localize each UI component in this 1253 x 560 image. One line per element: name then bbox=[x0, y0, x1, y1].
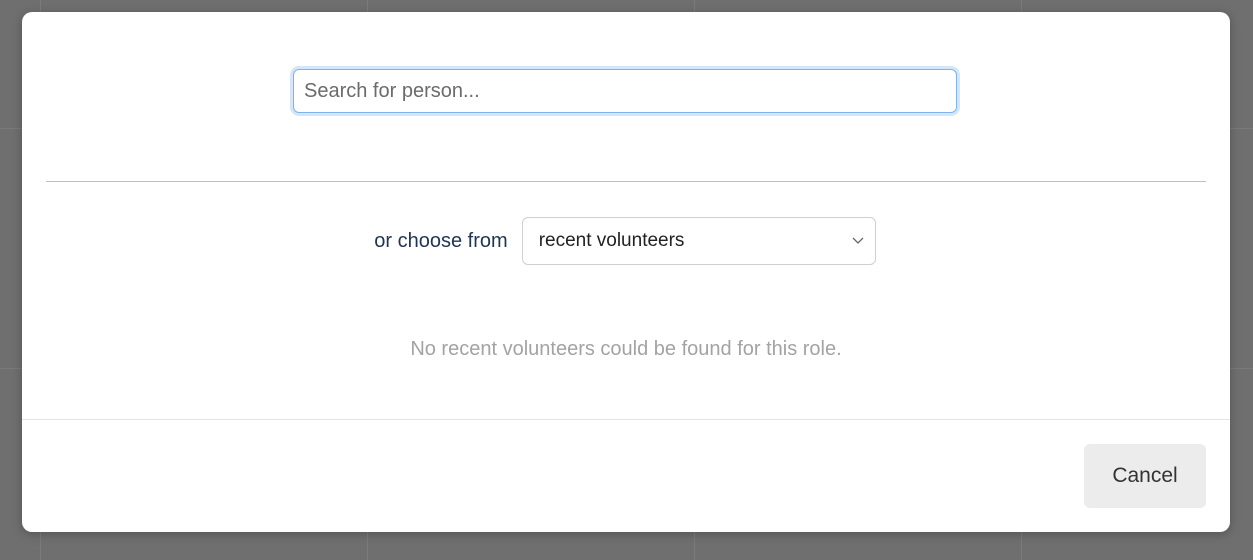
footer-divider bbox=[22, 419, 1230, 420]
search-input[interactable] bbox=[293, 69, 957, 113]
choose-from-label: or choose from bbox=[374, 229, 508, 252]
search-field-wrapper bbox=[293, 69, 957, 113]
source-select-value: recent volunteers bbox=[538, 230, 685, 251]
section-divider bbox=[46, 181, 1206, 182]
cancel-button[interactable]: Cancel bbox=[1084, 444, 1206, 508]
chevron-down-icon bbox=[852, 237, 864, 244]
choose-from-row: or choose from recent volunteers bbox=[22, 217, 1230, 265]
source-select[interactable]: recent volunteers bbox=[521, 217, 876, 265]
empty-state-message: No recent volunteers could be found for … bbox=[410, 338, 842, 360]
choose-person-dialog: or choose from recent volunteers No rece… bbox=[22, 12, 1230, 532]
